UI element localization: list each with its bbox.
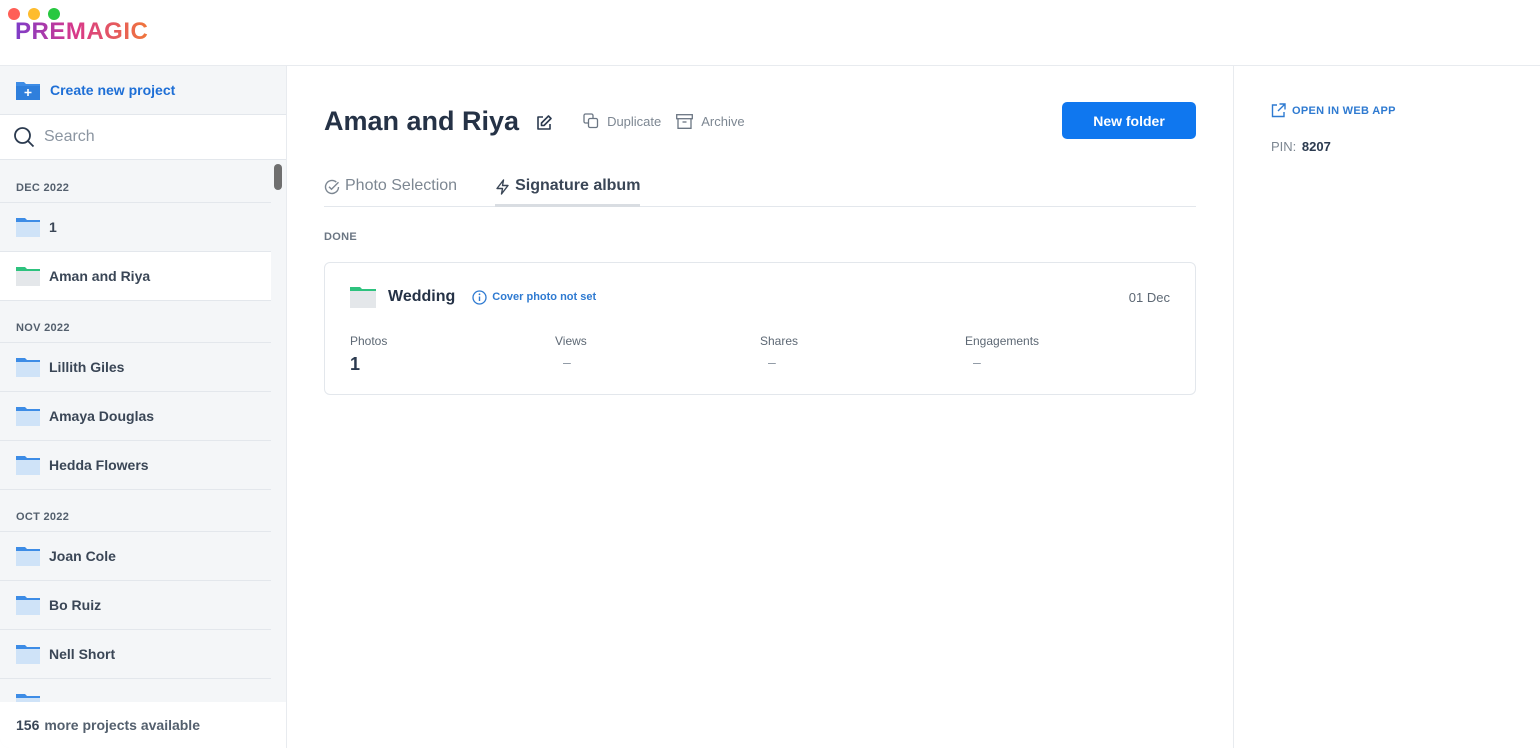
folder-icon: [16, 645, 40, 664]
project-tabs: Photo Selection Signature album: [324, 172, 1196, 207]
stat-label: Photos: [350, 334, 388, 348]
cover-photo-warning[interactable]: Cover photo not set: [472, 289, 597, 305]
folder-stats: Photos 1 Views – Shares – Engagements –: [350, 334, 1170, 375]
project-name: Joan Cole: [49, 548, 116, 564]
project-sidebar: Create new project DEC 2022 1 Aman and R…: [0, 66, 287, 748]
project-pin: PIN: 8207: [1271, 139, 1331, 154]
project-item-bo-ruiz[interactable]: Bo Ruiz: [0, 581, 271, 630]
folder-title[interactable]: Wedding: [388, 288, 455, 306]
info-icon: [472, 289, 487, 305]
open-in-web-app-link[interactable]: OPEN IN WEB APP: [1271, 103, 1396, 118]
folder-date: 01 Dec: [1128, 289, 1170, 305]
sidebar-scrollbar[interactable]: [271, 161, 286, 702]
project-name: 1: [49, 219, 57, 235]
pin-label: PIN:: [1271, 139, 1297, 154]
create-new-project-label: Create new project: [50, 82, 176, 98]
folder-icon: [16, 407, 40, 426]
project-name: Aman and Riya: [49, 268, 151, 284]
project-header: Aman and Riya Duplicate Archive New fold…: [324, 102, 1196, 140]
stat-label: Views: [555, 334, 587, 348]
folder-icon: [16, 456, 40, 475]
folder-icon: [16, 267, 40, 286]
tab-signature-album[interactable]: Signature album: [495, 172, 641, 207]
project-item-lillith-giles[interactable]: Lillith Giles: [0, 343, 271, 392]
stat-label: Shares: [760, 334, 799, 348]
external-link-icon: [1271, 103, 1286, 118]
folder-card-wedding[interactable]: Wedding Cover photo not set 01 Dec Photo…: [324, 262, 1196, 395]
lightning-icon: [496, 179, 509, 195]
pin-value: 8207: [1301, 139, 1331, 154]
folder-icon: [16, 547, 40, 566]
project-list: DEC 2022 1 Aman and Riya NOV 2022 Lillit…: [0, 161, 271, 702]
project-name: Bo Ruiz: [49, 597, 102, 613]
stat-value: –: [563, 354, 571, 370]
maximize-window-button[interactable]: [48, 8, 60, 20]
project-info-panel: OPEN IN WEB APP PIN: 8207: [1233, 66, 1540, 748]
archive-button[interactable]: Archive: [676, 113, 745, 129]
project-name: Hedda Flowers: [49, 457, 149, 473]
duplicate-label: Duplicate: [607, 113, 662, 129]
create-new-project-button[interactable]: Create new project: [0, 66, 286, 115]
project-item-1[interactable]: 1: [0, 203, 271, 252]
group-label-dec-2022: DEC 2022: [0, 161, 271, 203]
stat-value: 1: [350, 354, 361, 374]
more-projects-text: more projects available: [44, 717, 200, 733]
stat-views: Views –: [555, 334, 760, 375]
close-window-button[interactable]: [8, 8, 20, 20]
open-in-web-app-label: OPEN IN WEB APP: [1292, 104, 1396, 117]
duplicate-button[interactable]: Duplicate: [583, 113, 661, 129]
folder-icon: [16, 596, 40, 615]
scrollbar-thumb[interactable]: [274, 164, 282, 190]
app-window: PREMAGIC Create new project DEC 2022 1: [0, 0, 1540, 748]
project-item-partial[interactable]: [0, 679, 271, 702]
search-input[interactable]: [44, 128, 264, 146]
folder-icon: [16, 218, 40, 237]
premagic-logo[interactable]: PREMAGIC: [15, 18, 148, 46]
group-label-nov-2022: NOV 2022: [0, 301, 271, 343]
folder-card-header: Wedding Cover photo not set 01 Dec: [350, 285, 1170, 309]
check-circle-icon: [324, 179, 340, 195]
project-title: Aman and Riya: [324, 105, 520, 136]
stat-value: –: [768, 354, 776, 370]
project-item-aman-and-riya[interactable]: Aman and Riya: [0, 252, 271, 301]
group-label-oct-2022: OCT 2022: [0, 490, 271, 532]
stat-shares: Shares –: [760, 334, 965, 375]
project-item-hedda-flowers[interactable]: Hedda Flowers: [0, 441, 271, 490]
tab-photo-selection[interactable]: Photo Selection: [324, 172, 457, 206]
project-item-nell-short[interactable]: Nell Short: [0, 630, 271, 679]
folder-icon: [16, 358, 40, 377]
duplicate-icon: [583, 113, 599, 129]
new-folder-button[interactable]: New folder: [1062, 102, 1196, 139]
folder-icon: [350, 287, 376, 308]
project-name: Nell Short: [49, 646, 116, 662]
project-search: [0, 115, 286, 160]
window-controls: [8, 8, 60, 20]
more-projects-footer: 156 more projects available: [0, 702, 286, 748]
edit-icon[interactable]: [535, 114, 553, 132]
folder-plus-icon: [16, 82, 40, 100]
more-projects-count: 156: [16, 717, 40, 733]
folder-icon: [16, 694, 40, 702]
project-item-joan-cole[interactable]: Joan Cole: [0, 532, 271, 581]
archive-icon: [676, 113, 694, 129]
project-name: Lillith Giles: [49, 359, 125, 375]
tab-label: Photo Selection: [345, 177, 458, 194]
project-main: Aman and Riya Duplicate Archive New fold…: [287, 66, 1233, 748]
project-name: Amaya Douglas: [49, 408, 155, 424]
project-item-amaya-douglas[interactable]: Amaya Douglas: [0, 392, 271, 441]
cover-photo-warning-text: Cover photo not set: [492, 291, 597, 303]
tab-label: Signature album: [515, 177, 641, 194]
minimize-window-button[interactable]: [28, 8, 40, 20]
stat-engagements: Engagements –: [965, 334, 1170, 375]
top-bar: PREMAGIC: [0, 0, 1540, 66]
archive-label: Archive: [701, 113, 745, 129]
stat-photos: Photos 1: [350, 334, 555, 375]
stat-label: Engagements: [965, 334, 1040, 348]
stat-value: –: [973, 354, 981, 370]
search-icon: [14, 127, 35, 148]
section-label-done: DONE: [324, 231, 357, 243]
